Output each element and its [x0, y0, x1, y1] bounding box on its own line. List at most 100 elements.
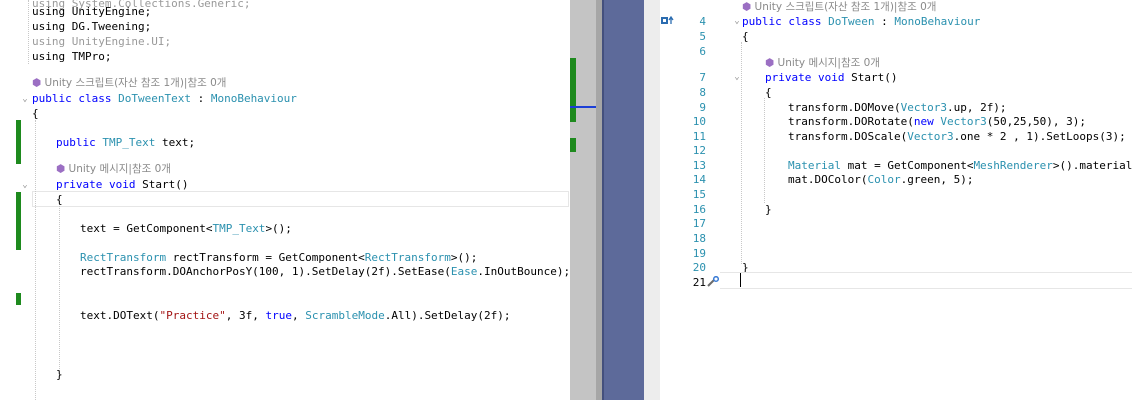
line-number: 16 — [692, 203, 706, 216]
code-token: Unity 스크립트(자산 참조 1개)|참조 0개 — [44, 77, 227, 89]
codelens-hint[interactable]: ⬢ Unity 스크립트(자산 참조 1개)|참조 0개 — [32, 76, 226, 91]
unity-cube-icon: ⬢ — [742, 1, 755, 13]
codelens-hint[interactable]: ⬢ Unity 스크립트(자산 참조 1개)|참조 0개 — [742, 0, 936, 15]
code-token: >(); — [450, 251, 478, 264]
code-token: Ease — [450, 265, 478, 278]
line-number: 5 — [699, 30, 706, 43]
code-line: { — [742, 29, 749, 44]
code-token: private void — [56, 178, 143, 191]
code-line: RectTransform rectTransform = GetCompone… — [80, 250, 477, 265]
code-token: Color — [867, 173, 901, 186]
scrollbar-change-marker — [570, 58, 576, 122]
fold-toggle-icon[interactable]: ⌄ — [20, 94, 30, 104]
indent-guide — [28, 0, 29, 64]
code-token: : — [190, 92, 211, 105]
code-token: using UnityEngine.UI; — [32, 35, 172, 48]
line-number: 13 — [692, 159, 706, 172]
line-number: 6 — [699, 45, 706, 58]
code-token: } — [56, 368, 63, 381]
editor-divider — [570, 0, 660, 400]
code-token: Vector3 — [907, 130, 954, 143]
line-number: 17 — [692, 217, 706, 230]
code-token: text = GetComponent< — [80, 222, 213, 235]
code-line: using DG.Tweening; — [32, 19, 151, 34]
code-line: using UnityEngine.UI; — [32, 34, 171, 49]
code-line: public class DoTween : MonoBehaviour — [742, 14, 980, 29]
code-token: public — [56, 136, 103, 149]
line-number: 21 — [692, 276, 706, 289]
code-token: ScrambleMode — [305, 309, 385, 322]
code-token: using DG.Tweening; — [32, 20, 152, 33]
window-splitter[interactable] — [602, 0, 646, 400]
code-line: text = GetComponent<TMP_Text>(); — [80, 221, 292, 236]
code-token: { — [765, 86, 772, 99]
code-token: true — [265, 309, 292, 322]
change-bar — [16, 192, 21, 250]
current-line-highlight — [720, 272, 1132, 289]
code-token: MonoBehaviour — [210, 92, 297, 105]
code-line: { — [56, 192, 63, 207]
code-token: Start() — [142, 178, 189, 191]
screwdriver-icon[interactable] — [706, 275, 720, 288]
code-token: mat.DOColor( — [788, 173, 868, 186]
code-token: private void — [765, 71, 852, 84]
left-code-editor[interactable]: ⌄ ⌄ using System.Collections.Generic; usi… — [0, 0, 570, 400]
code-token: Unity 메시지|참조 0개 — [777, 57, 880, 69]
code-token: using TMPro; — [32, 50, 112, 63]
code-line: mat.DOColor(Color.green, 5); — [788, 172, 973, 187]
text-caret — [740, 273, 741, 287]
change-bar — [16, 120, 21, 164]
fold-toggle-icon[interactable]: ⌄ — [732, 16, 742, 26]
code-token: Unity 메시지|참조 0개 — [68, 163, 171, 175]
code-token: transform.DOScale( — [788, 130, 908, 143]
code-token: (50,25,50), 3); — [986, 115, 1087, 128]
code-token: .InOutBounce); — [477, 265, 570, 278]
line-number: 8 — [699, 86, 706, 99]
code-token: Vector3 — [940, 115, 987, 128]
class-entry-icon[interactable] — [661, 15, 675, 26]
code-token: public class — [742, 15, 829, 28]
line-number: 20 — [692, 261, 706, 274]
code-token: rectTransform = GetComponent< — [166, 251, 365, 264]
line-number: 10 — [692, 115, 706, 128]
codelens-hint[interactable]: ⬢ Unity 메시지|참조 0개 — [765, 56, 880, 71]
code-token: MonoBehaviour — [894, 15, 981, 28]
code-token: .All).SetDelay(2f); — [384, 309, 511, 322]
line-number: 19 — [692, 247, 706, 260]
code-token: new — [913, 115, 941, 128]
code-token: RectTransform — [80, 251, 167, 264]
code-line: rectTransform.DOAnchorPosY(100, 1).SetDe… — [80, 264, 570, 279]
code-line: transform.DOMove(Vector3.up, 2f); — [788, 100, 1007, 115]
code-line: using UnityEngine; — [32, 4, 151, 19]
code-token: DoTween — [828, 15, 875, 28]
indent-guide — [35, 120, 36, 400]
code-token: : — [874, 15, 895, 28]
code-line: } — [56, 367, 63, 382]
line-number: 14 — [692, 173, 706, 186]
fold-toggle-icon[interactable]: ⌄ — [732, 72, 742, 82]
code-line: private void Start() — [765, 70, 897, 85]
codelens-hint[interactable]: ⬢ Unity 메시지|참조 0개 — [56, 162, 171, 177]
right-code-editor[interactable]: ⌄ ⌄ ⬢ Unity 스크립트(자산 참조 1개)|참조 0개 public c… — [660, 0, 1132, 400]
code-token: DoTweenText — [118, 92, 191, 105]
code-token: Material — [788, 159, 841, 172]
code-token: } — [765, 203, 772, 216]
code-token: >(); — [265, 222, 292, 235]
line-number: 4 — [699, 15, 706, 28]
current-line-highlight — [32, 191, 569, 207]
indent-guide — [59, 206, 60, 371]
code-line: Material mat = GetComponent<MeshRenderer… — [788, 158, 1132, 173]
code-token: Vector3 — [900, 101, 947, 114]
unity-cube-icon: ⬢ — [56, 163, 69, 175]
code-token: TMP_Text — [212, 222, 266, 235]
code-token: text; — [155, 136, 196, 149]
fold-toggle-icon[interactable]: ⌄ — [20, 180, 30, 190]
code-token: RectTransform — [364, 251, 451, 264]
code-line: { — [32, 106, 39, 121]
vertical-scrollbar[interactable] — [570, 0, 604, 400]
code-line: text.DOText("Practice", 3f, true, Scramb… — [80, 308, 511, 323]
code-token: "Practice" — [159, 309, 226, 322]
change-bar — [16, 293, 21, 305]
code-token: .one * 2 , 1).SetLoops(3); — [953, 130, 1126, 143]
code-token: , 3f, — [225, 309, 266, 322]
